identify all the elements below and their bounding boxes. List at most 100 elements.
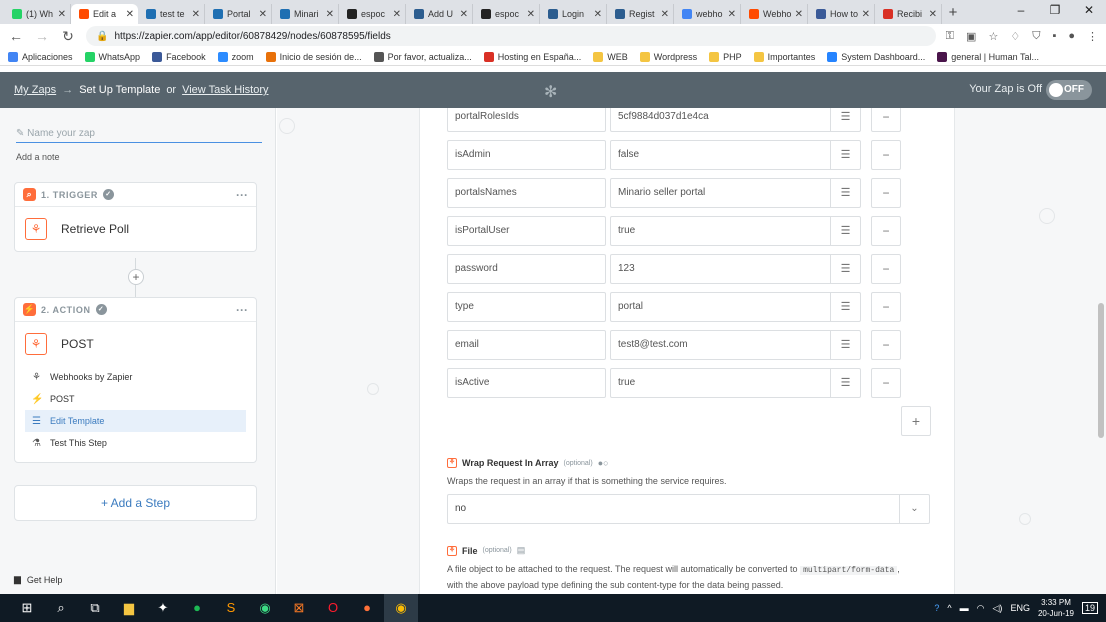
bookmark-item[interactable]: WhatsApp bbox=[84, 51, 140, 62]
bookmark-item[interactable]: WEB bbox=[593, 51, 628, 62]
bookmark-item[interactable]: Hosting en España... bbox=[483, 51, 581, 62]
task-view-icon[interactable]: ⧉ bbox=[78, 594, 112, 622]
reload-icon[interactable]: ↻ bbox=[60, 28, 76, 45]
close-tab-icon[interactable]: ✕ bbox=[126, 9, 134, 20]
browser-tab[interactable]: Regist ✕ bbox=[607, 4, 674, 24]
insert-field-icon[interactable]: ☰ bbox=[830, 217, 860, 245]
bookmark-item[interactable]: Importantes bbox=[753, 51, 815, 62]
windows-start-icon[interactable]: ⊞ bbox=[10, 594, 44, 622]
browser-tab[interactable]: (1) Wh ✕ bbox=[4, 4, 71, 24]
xampp-icon[interactable]: ⊠ bbox=[282, 594, 316, 622]
action-step-item[interactable]: ⚡ POST bbox=[25, 388, 246, 410]
remove-field-button[interactable]: − bbox=[871, 292, 901, 322]
help-icon[interactable]: ? bbox=[934, 603, 939, 613]
bookmark-item[interactable]: Facebook bbox=[152, 51, 206, 62]
zap-on-off-toggle[interactable]: OFF bbox=[1046, 80, 1092, 100]
insert-field-icon[interactable]: ☰ bbox=[830, 293, 860, 321]
close-tab-icon[interactable]: ✕ bbox=[862, 9, 870, 20]
extension-icon[interactable]: ♢ bbox=[1010, 30, 1020, 43]
trigger-menu-icon[interactable]: ··· bbox=[236, 188, 248, 202]
field-key-input[interactable]: type bbox=[447, 292, 606, 322]
insert-field-icon[interactable]: ☰ bbox=[830, 331, 860, 359]
close-tab-icon[interactable]: ✕ bbox=[594, 9, 602, 20]
scrollbar[interactable] bbox=[1098, 303, 1104, 438]
chrome-icon[interactable]: ◉ bbox=[384, 594, 418, 622]
key-icon[interactable]: ⚿ bbox=[946, 30, 954, 43]
insert-field-icon[interactable]: ☰ bbox=[830, 108, 860, 131]
remove-field-button[interactable]: − bbox=[871, 140, 901, 170]
bookmark-item[interactable]: Por favor, actualiza... bbox=[373, 51, 472, 62]
field-value-input[interactable]: true ☰ bbox=[610, 368, 861, 398]
avatar[interactable]: ● bbox=[1068, 30, 1075, 43]
trigger-card[interactable]: ⌕ 1. TRIGGER ✓ ··· ⚘ Retrieve Poll bbox=[14, 182, 257, 252]
browser-tab[interactable]: Login ✕ bbox=[540, 4, 607, 24]
remove-field-button[interactable]: − bbox=[871, 178, 901, 208]
wifi-icon[interactable]: ◠ bbox=[977, 603, 985, 614]
zap-name-input[interactable]: ✎ Name your zap bbox=[16, 128, 262, 143]
add-field-button[interactable]: + bbox=[901, 406, 931, 436]
remove-field-button[interactable]: − bbox=[871, 330, 901, 360]
insert-field-icon[interactable]: ☰ bbox=[830, 141, 860, 169]
shield-icon[interactable]: ⛉ bbox=[1032, 30, 1040, 43]
wrap-array-select[interactable]: no ⌄ bbox=[447, 494, 930, 524]
app-icon[interactable]: ✦ bbox=[146, 594, 180, 622]
add-step-button[interactable]: + Add a Step bbox=[14, 485, 257, 521]
action-card[interactable]: ⚡ 2. ACTION ✓ ··· ⚘ POST ⚘ Webhooks by Za… bbox=[14, 297, 257, 463]
minimize-icon[interactable]: – bbox=[1004, 0, 1038, 22]
field-key-input[interactable]: email bbox=[447, 330, 606, 360]
notification-icon[interactable]: 19 bbox=[1081, 602, 1098, 614]
language-indicator[interactable]: ENG bbox=[1010, 603, 1030, 613]
field-value-input[interactable]: test8@test.com ☰ bbox=[610, 330, 861, 360]
bookmark-item[interactable]: System Dashboard... bbox=[827, 51, 925, 62]
close-tab-icon[interactable]: ✕ bbox=[661, 9, 669, 20]
browser-tab[interactable]: Add U ✕ bbox=[406, 4, 473, 24]
sublime-icon[interactable]: S bbox=[214, 594, 248, 622]
bookmark-item[interactable]: general | Human Tal... bbox=[937, 51, 1039, 62]
remove-field-button[interactable]: − bbox=[871, 216, 901, 246]
field-key-input[interactable]: isActive bbox=[447, 368, 606, 398]
volume-icon[interactable]: ◁) bbox=[993, 603, 1003, 614]
up-arrow-icon[interactable]: ^ bbox=[947, 603, 951, 613]
menu-ext-icon[interactable]: ▪ bbox=[1052, 30, 1056, 43]
action-step-item[interactable]: ⚗ Test This Step bbox=[25, 432, 246, 454]
browser-tab[interactable]: webho ✕ bbox=[674, 4, 741, 24]
action-step-item[interactable]: ⚘ Webhooks by Zapier bbox=[25, 366, 246, 388]
spotify-icon[interactable]: ● bbox=[180, 594, 214, 622]
field-value-input[interactable]: 123 ☰ bbox=[610, 254, 861, 284]
browser-tab[interactable]: test te ✕ bbox=[138, 4, 205, 24]
insert-field-icon[interactable]: ☰ bbox=[830, 255, 860, 283]
get-help-link[interactable]: ▆ Get Help bbox=[14, 574, 62, 585]
field-value-input[interactable]: portal ☰ bbox=[610, 292, 861, 322]
back-icon[interactable]: ← bbox=[8, 28, 24, 44]
browser-tab[interactable]: Webho ✕ bbox=[741, 4, 808, 24]
field-value-input[interactable]: true ☰ bbox=[610, 216, 861, 246]
close-tab-icon[interactable]: ✕ bbox=[259, 9, 267, 20]
bookmark-item[interactable]: PHP bbox=[709, 51, 742, 62]
browser-tab[interactable]: Portal ✕ bbox=[205, 4, 272, 24]
close-tab-icon[interactable]: ✕ bbox=[460, 9, 468, 20]
browser-tab[interactable]: Minari ✕ bbox=[272, 4, 339, 24]
close-tab-icon[interactable]: ✕ bbox=[527, 9, 535, 20]
clock[interactable]: 3:33 PM 20-Jun-19 bbox=[1038, 597, 1074, 619]
star-icon[interactable]: ☆ bbox=[988, 30, 998, 43]
insert-field-icon[interactable]: ☰ bbox=[830, 369, 860, 397]
more-icon[interactable]: ⋮ bbox=[1087, 30, 1098, 43]
url-field[interactable]: 🔒 https://zapier.com/app/editor/60878429… bbox=[86, 26, 936, 46]
browser-tab[interactable]: Edit a ✕ bbox=[71, 4, 138, 24]
close-tab-icon[interactable]: ✕ bbox=[192, 9, 200, 20]
field-key-input[interactable]: isPortalUser bbox=[447, 216, 606, 246]
close-window-icon[interactable]: ✕ bbox=[1072, 0, 1106, 22]
file-explorer-icon[interactable]: ▆ bbox=[112, 594, 146, 622]
search-icon[interactable]: ⌕ bbox=[44, 594, 78, 622]
field-key-input[interactable]: isAdmin bbox=[447, 140, 606, 170]
remove-field-button[interactable]: − bbox=[871, 108, 901, 132]
forward-icon[interactable]: → bbox=[34, 28, 50, 44]
bookmark-item[interactable]: Wordpress bbox=[639, 51, 697, 62]
action-menu-icon[interactable]: ··· bbox=[236, 303, 248, 317]
bookmark-item[interactable]: Inicio de sesión de... bbox=[265, 51, 362, 62]
remove-field-button[interactable]: − bbox=[871, 368, 901, 398]
close-tab-icon[interactable]: ✕ bbox=[393, 9, 401, 20]
firefox-icon[interactable]: ● bbox=[350, 594, 384, 622]
close-tab-icon[interactable]: ✕ bbox=[728, 9, 736, 20]
insert-step-button[interactable]: + bbox=[128, 269, 144, 285]
